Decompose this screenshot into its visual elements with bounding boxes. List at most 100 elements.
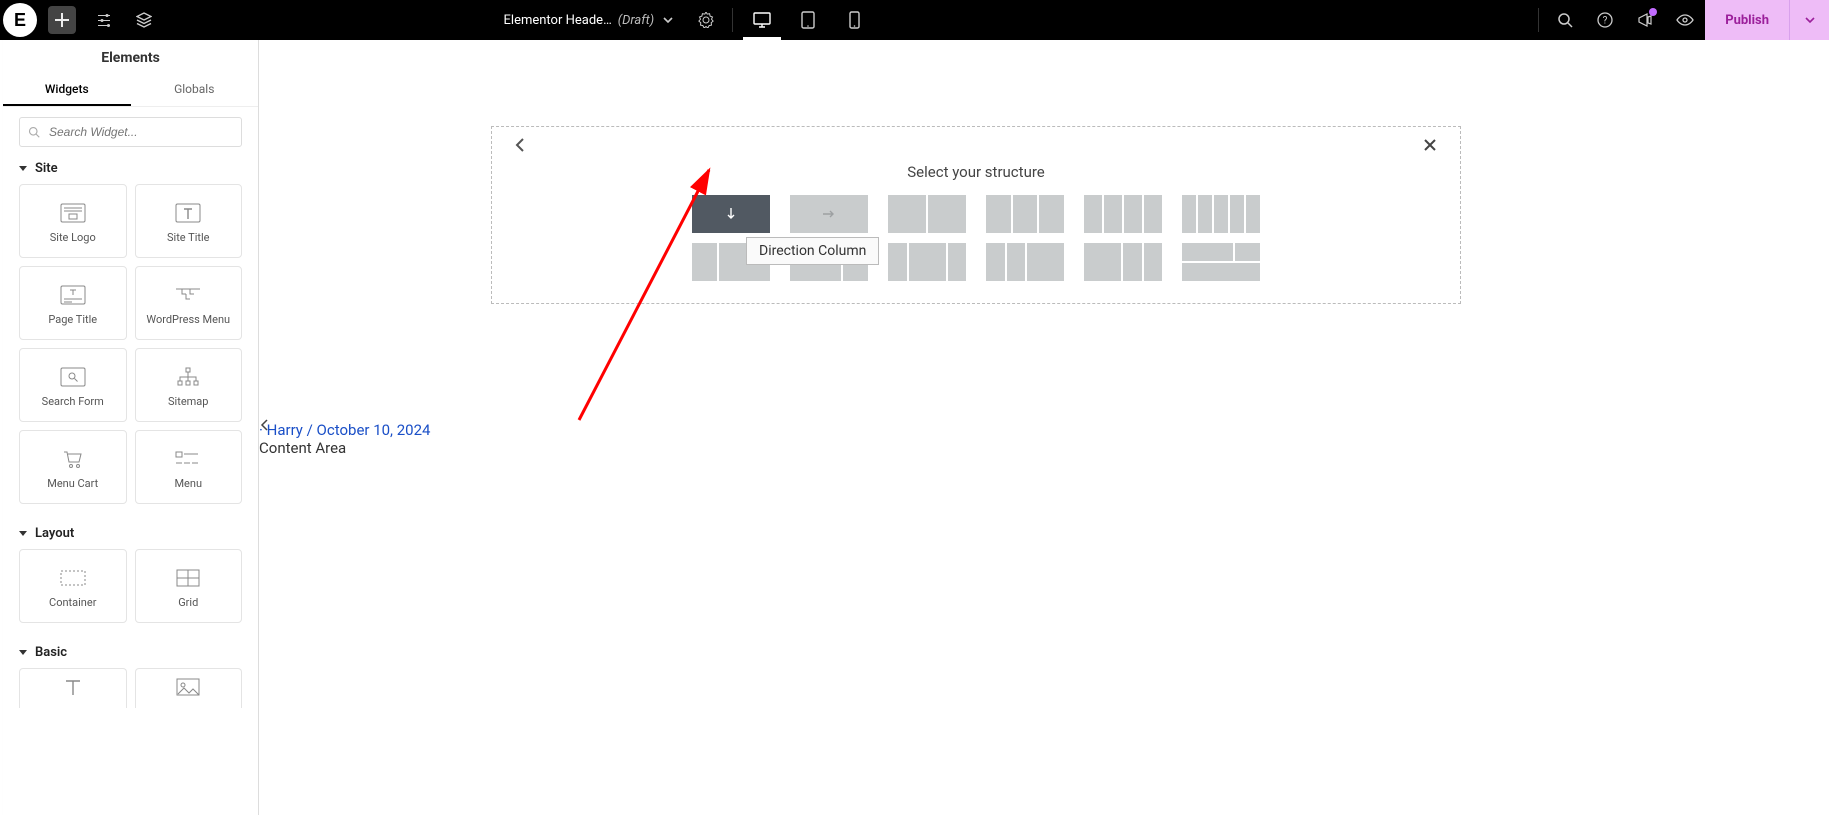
eye-icon <box>1676 14 1694 26</box>
page-title-icon <box>60 281 86 309</box>
widget-wordpress-menu[interactable]: WordPress Menu <box>135 266 243 340</box>
notification-dot <box>1649 8 1657 16</box>
structure-title: Select your structure <box>492 157 1460 195</box>
structure-presets: Direction Column <box>492 195 1460 281</box>
preset-5col[interactable] <box>1182 195 1260 233</box>
widget-label: Menu <box>174 477 202 490</box>
section-layout[interactable]: Layout <box>3 516 258 545</box>
widget-container[interactable]: Container <box>19 549 127 623</box>
preset-row-direction[interactable] <box>790 195 868 233</box>
section-site[interactable]: Site <box>3 151 258 180</box>
panel-tabs: Widgets Globals <box>3 74 258 107</box>
device-tablet-tab[interactable] <box>785 0 831 40</box>
image-icon <box>176 673 200 701</box>
preset-1-2-1[interactable] <box>888 243 966 281</box>
help-button[interactable]: ? <box>1585 0 1625 40</box>
widget-label: Page Title <box>48 313 97 326</box>
preset-2-1-1[interactable] <box>1084 243 1162 281</box>
topbar-separator <box>732 8 733 32</box>
section-basic[interactable]: Basic <box>3 635 258 664</box>
section-site-label: Site <box>35 161 58 176</box>
device-mobile-tab[interactable] <box>831 0 877 40</box>
preview-button[interactable] <box>1665 0 1705 40</box>
arrow-down-icon <box>726 207 736 221</box>
search-icon <box>28 126 40 138</box>
device-desktop-tab[interactable] <box>739 0 785 40</box>
topbar-separator-right <box>1538 8 1539 32</box>
document-status: (Draft) <box>618 13 654 28</box>
widget-sitemap[interactable]: Sitemap <box>135 348 243 422</box>
chevron-left-icon <box>512 137 528 153</box>
widget-label: Menu Cart <box>47 477 98 490</box>
page-settings-button[interactable] <box>686 0 726 40</box>
widget-menu-cart[interactable]: Menu Cart <box>19 430 127 504</box>
desktop-icon <box>753 12 771 28</box>
elements-panel: Elements Widgets Globals Site Site Logo … <box>3 40 259 815</box>
preset-1-1-2[interactable] <box>986 243 1064 281</box>
widget-page-title[interactable]: Page Title <box>19 266 127 340</box>
preset-2col[interactable] <box>888 195 966 233</box>
publish-options-button[interactable] <box>1789 0 1829 40</box>
tab-globals[interactable]: Globals <box>131 74 259 106</box>
structure-back-button[interactable] <box>512 137 528 157</box>
publish-label: Publish <box>1725 13 1769 28</box>
gear-icon <box>698 12 714 28</box>
container-icon <box>60 564 86 592</box>
topbar-center: Elementor Heade… (Draft) <box>492 0 878 40</box>
widget-grid[interactable]: Grid <box>135 549 243 623</box>
sliders-icon <box>96 12 112 28</box>
search-wrap <box>3 107 258 151</box>
sitemap-icon <box>176 363 200 391</box>
widgets-layout-grid: Container Grid <box>3 545 258 635</box>
widget-label: Sitemap <box>168 395 208 408</box>
panel-title: Elements <box>3 40 258 74</box>
search-icon <box>1557 12 1573 28</box>
post-meta: · Harry / October 10, 2024 Content Area <box>259 421 430 457</box>
search-form-icon <box>60 363 86 391</box>
caret-down-icon <box>19 650 27 655</box>
widget-label: Site Logo <box>50 231 96 244</box>
widget-basic-partial[interactable] <box>19 668 127 708</box>
add-element-button[interactable] <box>48 6 76 34</box>
widget-label: Grid <box>178 596 198 609</box>
structure-close-button[interactable] <box>1422 137 1438 157</box>
structure-stack-button[interactable] <box>124 0 164 40</box>
widget-site-title[interactable]: Site Title <box>135 184 243 258</box>
preset-3col[interactable] <box>986 195 1064 233</box>
topbar: E Elementor Heade… (Draft) <box>0 0 1829 40</box>
arrow-right-icon <box>822 209 836 219</box>
preset-stack[interactable] <box>1182 243 1260 281</box>
search-input[interactable] <box>46 122 233 142</box>
chevron-down-icon <box>662 14 674 26</box>
widget-basic-partial-2[interactable] <box>135 668 243 708</box>
tab-widgets[interactable]: Widgets <box>3 74 131 106</box>
widget-search-form[interactable]: Search Form <box>19 348 127 422</box>
mobile-icon <box>849 11 860 29</box>
widget-site-logo[interactable]: Site Logo <box>19 184 127 258</box>
topbar-left: E <box>0 0 164 40</box>
widget-label: Site Title <box>167 231 210 244</box>
elementor-logo[interactable]: E <box>3 3 37 37</box>
plus-icon <box>55 13 69 27</box>
finder-search-button[interactable] <box>1545 0 1585 40</box>
preset-4col[interactable] <box>1084 195 1162 233</box>
caret-down-icon <box>19 531 27 536</box>
document-title: Elementor Heade… <box>504 13 612 28</box>
content-area-label: Content Area <box>259 439 346 457</box>
site-logo-icon <box>60 199 86 227</box>
publish-button[interactable]: Publish <box>1705 0 1789 40</box>
post-author: · Harry / <box>259 421 317 439</box>
wp-menu-icon <box>174 281 202 309</box>
notifications-button[interactable] <box>1625 0 1665 40</box>
preset-column-direction[interactable]: Direction Column <box>692 195 770 233</box>
help-icon: ? <box>1597 12 1613 28</box>
structure-header <box>492 127 1460 157</box>
widget-menu[interactable]: Menu <box>135 430 243 504</box>
settings-sliders-button[interactable] <box>84 0 124 40</box>
widget-label: Container <box>49 596 96 609</box>
search-box[interactable] <box>19 117 242 147</box>
tablet-icon <box>801 11 815 29</box>
editor-canvas[interactable]: · Harry / October 10, 2024 Content Area … <box>259 40 1829 815</box>
document-title-area[interactable]: Elementor Heade… (Draft) <box>492 0 687 40</box>
preset-row-1: Direction Column <box>692 195 1260 233</box>
